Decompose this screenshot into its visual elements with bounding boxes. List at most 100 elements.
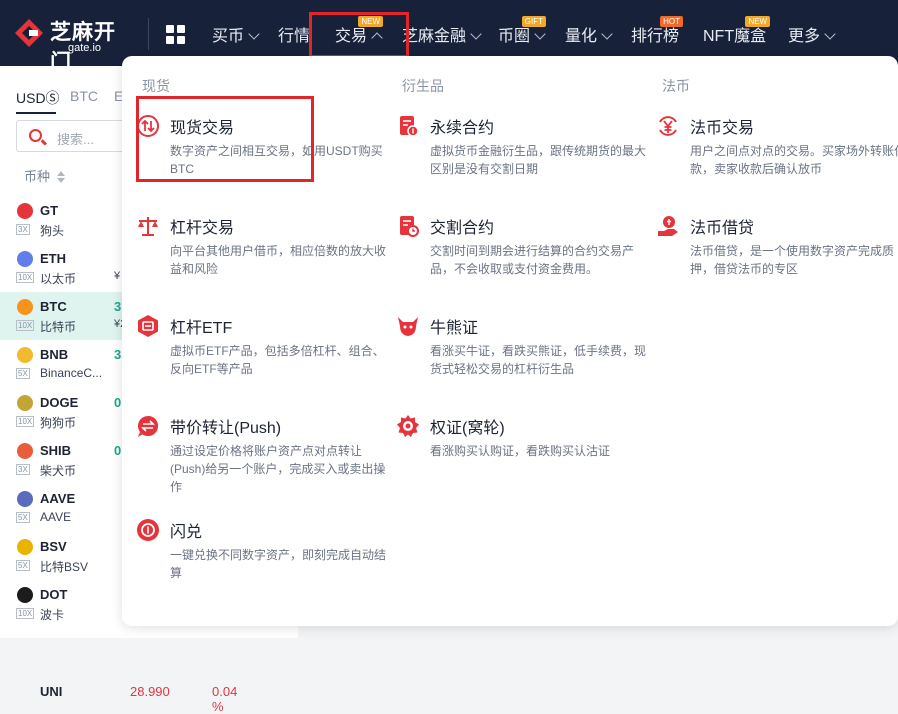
delivery-contract-icon: [400, 216, 419, 237]
nav-item-5[interactable]: 量化: [565, 22, 613, 46]
coin-symbol: AAVE: [40, 491, 76, 506]
leverage-badge: 5X: [16, 512, 30, 523]
app-grid-icon[interactable]: [166, 25, 186, 45]
doge-icon: [17, 395, 33, 411]
menu-item-desc: 交割时间到期会进行结算的合约交易产品，不会收取或支付资金费用。: [430, 244, 635, 276]
nav-divider: [148, 18, 149, 50]
flash-swap-icon: [137, 519, 159, 541]
nav-badge: GIFT: [521, 16, 547, 27]
nav-item-label: 排行榜: [631, 28, 680, 45]
coin-price: 3: [114, 347, 122, 362]
nav-item-1[interactable]: 行情: [278, 22, 310, 46]
leverage-badge: 5X: [16, 368, 30, 379]
section-spot: 现货: [142, 78, 170, 94]
coin-symbol: BTC: [40, 299, 67, 314]
chevron-down-icon: [601, 28, 613, 40]
aave-icon: [17, 491, 33, 507]
tab-usds[interactable]: USDⓈ: [16, 88, 60, 108]
nav-trade-highlight-box: [309, 12, 409, 58]
menu-item-desc: 虚拟货币金融衍生品，跟传统期货的最大区别是没有交割日期: [430, 144, 647, 176]
leverage-badge: 10X: [16, 320, 35, 331]
chevron-down-icon: [470, 28, 482, 40]
menu-item-desc: 看涨买牛证，看跌买熊证，低手续费，现货式轻松交易的杠杆衍生品: [430, 344, 647, 376]
coin-name: 柴犬币: [40, 464, 77, 478]
coin-symbol: BSV: [40, 539, 67, 554]
leverage-badge: 10X: [16, 416, 35, 427]
menu-item-title: 永续合约: [430, 120, 495, 137]
coin-price: 28.990: [130, 684, 170, 699]
menu-item-desc: 法币借贷，是一个使用数字资产完成质押，借贷法币的专区: [690, 244, 895, 276]
bsv-icon: [17, 539, 33, 555]
chevron-down-icon: [248, 28, 260, 40]
active-tab-underline: [16, 112, 56, 114]
menu-item-title: 杠杆交易: [170, 220, 235, 237]
menu-item-title: 闪兑: [170, 524, 203, 541]
bitcoin-icon: [17, 299, 33, 315]
tab-btc[interactable]: BTC: [70, 88, 98, 104]
perpetual-contract-icon: [400, 116, 419, 137]
coin-name: 波卡: [40, 608, 65, 622]
menu-item-title: 权证(窝轮): [430, 420, 505, 437]
coin-change: 0.04 %: [212, 684, 238, 714]
section-derivatives: 衍生品: [402, 78, 444, 94]
gt-icon: [17, 203, 33, 219]
nav-item-8[interactable]: 更多: [788, 22, 836, 46]
leverage-badge: 10X: [16, 608, 35, 619]
menu-item-title: 交割合约: [430, 220, 495, 237]
nav-item-label: 买币: [212, 28, 245, 45]
menu-item-title: 法币借贷: [690, 220, 755, 237]
fiat-trade-icon: [659, 116, 677, 136]
leverage-badge: 3X: [16, 464, 30, 475]
column-header-label: 币种: [24, 169, 51, 184]
nav-item-7[interactable]: NFT魔盒 NEW: [703, 16, 771, 46]
coin-symbol: DOT: [40, 587, 68, 602]
leverage-badge: 3X: [16, 224, 30, 235]
search-placeholder: 搜索...: [57, 132, 94, 147]
chevron-down-icon: [534, 28, 546, 40]
menu-item-title: 法币交易: [690, 120, 755, 137]
warrant-icon: [397, 415, 419, 437]
nav-item-4[interactable]: 币圈 GIFT: [498, 16, 547, 46]
ethereum-icon: [17, 251, 33, 267]
search-icon: [29, 129, 42, 142]
gate-logo-icon: [15, 19, 43, 47]
leverage-badge: 5X: [16, 560, 30, 571]
nav-badge: HOT: [660, 16, 684, 27]
menu-item-title: 杠杆ETF: [170, 320, 233, 337]
fiat-loan-icon: [658, 216, 678, 236]
leverage-badge: 10X: [16, 272, 35, 283]
menu-item-desc: 向平台其他用户借币，相应倍数的放大收益和风险: [170, 244, 387, 276]
nav-item-0[interactable]: 买币: [212, 22, 260, 46]
menu-item-title: 带价转让(Push): [170, 420, 282, 437]
bull-bear-icon: [398, 317, 418, 336]
spot-trading-highlight-box: [136, 96, 314, 182]
gate-logo[interactable]: 芝麻开门 gate.io: [14, 16, 134, 74]
coin-name: BinanceC...: [40, 366, 103, 380]
coin-name: 以太币: [40, 272, 77, 286]
column-header-coin[interactable]: 币种: [24, 166, 65, 185]
coin-price: 0: [114, 395, 122, 410]
menu-item-desc: 一键兑换不同数字资产，即刻完成自动结算: [170, 548, 387, 580]
nav-item-label: 更多: [788, 28, 821, 45]
menu-item-title: 牛熊证: [430, 320, 479, 337]
etf-icon: [138, 315, 158, 337]
coin-symbol: DOGE: [40, 395, 79, 410]
bnb-icon: [17, 347, 33, 363]
menu-item-desc: 看涨购买认购证，看跌购买认沽证: [430, 444, 611, 458]
nav-item-6[interactable]: 排行榜 HOT: [631, 16, 684, 46]
push-transfer-icon: [138, 416, 158, 437]
coin-symbol: GT: [40, 203, 59, 218]
coin-name: AAVE: [40, 510, 72, 524]
nav-item-label: 芝麻金融: [402, 28, 467, 45]
sort-icon: [56, 171, 65, 183]
coin-price-cny: ¥: [114, 270, 121, 282]
menu-item-desc: 虚拟币ETF产品，包括多倍杠杆、组合、反向ETF等产品: [170, 344, 385, 376]
market-search-input[interactable]: 搜索...: [16, 120, 132, 152]
polkadot-icon: [17, 587, 33, 603]
nav-item-3[interactable]: 芝麻金融: [402, 22, 482, 46]
coin-symbol: SHIB: [40, 443, 72, 458]
balance-scale-icon: [138, 217, 158, 236]
coin-symbol: BNB: [40, 347, 69, 362]
nav-item-label: 量化: [565, 28, 598, 45]
nav-item-label: NFT魔盒: [703, 28, 767, 45]
